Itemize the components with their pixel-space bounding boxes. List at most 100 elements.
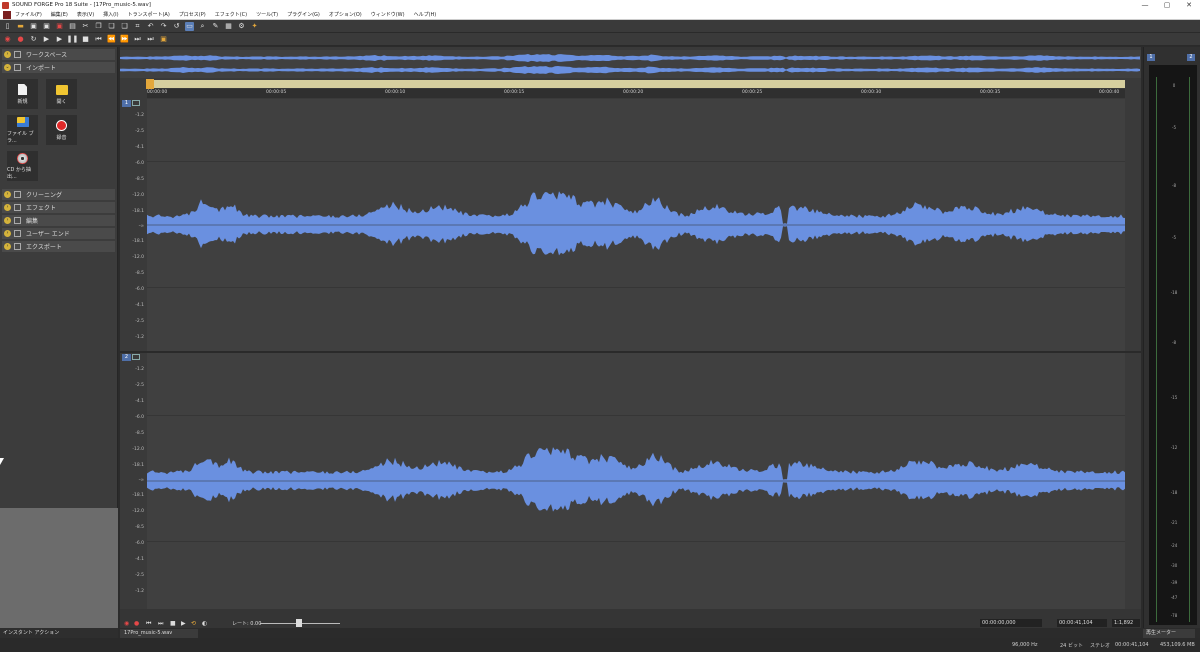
menu-file[interactable]: ファイル(F) [15,11,42,18]
repeat-icon[interactable]: ↺ [172,22,181,31]
selection-start-field[interactable]: 00:00:00,000 [980,619,1042,627]
record-icon[interactable]: ◉ [124,620,129,627]
section-edit[interactable]: › 編集 [2,215,115,226]
close-file-icon[interactable]: ▤ [68,22,77,31]
channel-2-badge[interactable]: 2 [122,354,131,361]
zoom-ratio-field[interactable]: 1:1,892 [1112,619,1140,627]
go-to-start-icon[interactable]: ⏮ [94,35,103,44]
menu-process[interactable]: プロセス(P) [179,11,206,18]
rewind-icon[interactable]: ⏪ [107,35,116,44]
menu-help[interactable]: ヘルプ(H) [414,11,437,18]
playback-meter-tab[interactable]: 再生メーター [1143,629,1195,638]
settings-icon[interactable]: ⚙ [237,22,246,31]
save-icon[interactable]: ▣ [29,22,38,31]
stop-icon[interactable]: ■ [170,620,176,627]
redo-icon[interactable]: ↷ [159,22,168,31]
channel-2-minimize-icon[interactable] [132,354,140,360]
menu-plugins[interactable]: プラグイン(G) [287,11,320,18]
file-browser-tile-label: ファイル ブラ... [7,131,34,144]
record-arm-icon[interactable]: ● [16,35,25,44]
record-arm-icon[interactable]: ● [134,620,139,627]
section-import[interactable]: ⌄ インポート [2,62,115,73]
playhead-marker[interactable] [146,79,154,89]
render-icon[interactable]: ▣ [55,22,64,31]
menu-edit[interactable]: 編集(E) [51,11,68,18]
menu-transport[interactable]: トランスポート(A) [128,11,170,18]
scrub-icon[interactable]: ▣ [159,35,168,44]
meter-channel-2[interactable]: 2 [1187,54,1195,61]
loop-icon[interactable]: ↻ [29,35,38,44]
timecode-ruler[interactable]: 00:00:00 00:00:05 00:00:10 00:00:15 00:0… [147,89,1125,98]
open-icon[interactable]: ▬ [16,22,25,31]
next-marker-icon[interactable]: ⏭ [146,35,155,44]
new-icon[interactable]: ▯ [3,22,12,31]
timecode-label: 00:00:35 [980,90,1001,95]
stop-icon[interactable]: ■ [81,35,90,44]
chevron-icon: › [4,204,11,211]
play-all-icon[interactable]: ▶ [42,35,51,44]
maximize-button[interactable]: ▢ [1156,0,1178,10]
play-icon[interactable]: ▶ [181,620,186,627]
copy-icon[interactable]: ❐ [94,22,103,31]
section-export[interactable]: › エクスポート [2,241,115,252]
menu-insert[interactable]: 挿入(I) [103,11,118,18]
go-to-end-icon[interactable]: ⏭ [158,620,163,628]
channel-2-waveform[interactable] [147,353,1125,609]
forward-icon[interactable]: ⏩ [120,35,129,44]
open-tile[interactable]: 開く [46,79,77,109]
go-to-start-icon[interactable]: ⏮ [146,620,151,628]
mix-icon[interactable]: ❑ [120,22,129,31]
play-looped-icon[interactable]: ⟲ [191,620,196,627]
edit-tool-icon[interactable]: ▭ [185,21,194,31]
playback-rate-label: レート: 0.00 [232,621,262,627]
timeline-ruler[interactable] [147,80,1125,88]
scrub-icon[interactable]: ◐ [202,620,207,627]
section-cleaning-label: クリーニング [26,192,63,199]
menu-window[interactable]: ウィンドウ(W) [371,11,405,18]
section-user-end[interactable]: › ユーザー エンド [2,228,115,239]
document-tab[interactable]: 17Pro_music-5.wav [120,629,198,638]
db-label: -12.0 [132,193,144,198]
paste-icon[interactable]: ❏ [107,22,116,31]
channel-1-waveform[interactable] [147,99,1125,351]
record-tile[interactable]: 録音 [46,115,77,145]
cd-extract-tile[interactable]: CD から抽出... [7,151,38,181]
trim-icon[interactable]: ⌗ [133,22,142,31]
section-cleaning[interactable]: › クリーニング [2,189,115,200]
menu-view[interactable]: 表示(V) [77,11,94,18]
minimize-button[interactable]: — [1134,0,1156,10]
title-bar: SOUND FORGE Pro 18 Suite - [17Pro_music-… [0,0,1200,10]
channel-1-minimize-icon[interactable] [132,100,140,106]
section-effects[interactable]: › エフェクト [2,202,115,213]
menu-tools[interactable]: ツール(T) [256,11,278,18]
play-icon[interactable]: ▶ [55,35,64,44]
pause-icon[interactable]: ❚❚ [67,35,79,44]
channel-1-badge[interactable]: 1 [122,100,131,107]
meter-channel-1[interactable]: 1 [1147,54,1155,61]
cut-icon[interactable]: ✂ [81,22,90,31]
plugin-chain-icon[interactable]: ✦ [250,22,259,31]
menu-options[interactable]: オプション(O) [329,11,362,18]
save-as-icon[interactable]: ▣ [42,22,51,31]
section-workspace[interactable]: › ワークスペース [2,49,115,60]
undo-icon[interactable]: ↶ [146,22,155,31]
file-browser-tile[interactable]: ファイル ブラ... [7,115,38,145]
level-meter: 0 -5 -8 -5 -18 -8 -15 -12 -18 -21 -24 -3… [1149,65,1197,625]
pencil-tool-icon[interactable]: ✎ [211,22,220,31]
event-tool-icon[interactable]: ▦ [224,22,233,31]
timecode-label: 00:00:20 [623,90,644,95]
close-button[interactable]: ✕ [1178,0,1200,10]
selection-end-field[interactable]: 00:00:41,104 [1057,619,1107,627]
instant-actions-tab[interactable]: インスタント アクション [0,628,118,638]
meter-scale-label: -21 [1170,520,1178,525]
overview-bar[interactable] [120,50,1141,78]
menu-effects[interactable]: エフェクト(C) [215,11,247,18]
playback-rate-knob[interactable] [296,619,302,627]
new-tile[interactable]: 新規 [7,79,38,109]
go-to-end-icon[interactable]: ⏭ [133,35,142,44]
document-menu-icon[interactable] [3,10,11,19]
db-label: -8.5 [135,271,144,276]
overview-waveform [120,54,1140,74]
record-icon[interactable]: ◉ [3,35,12,44]
magnify-tool-icon[interactable]: ⌕ [198,22,207,31]
